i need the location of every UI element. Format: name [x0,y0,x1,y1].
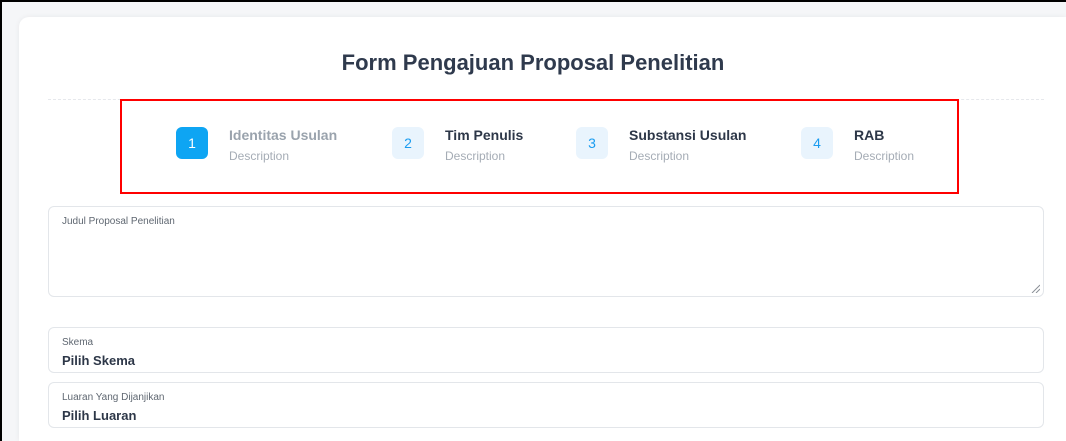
step-title: Tim Penulis [445,127,524,143]
page-title: Form Pengajuan Proposal Penelitian [341,50,725,75]
step-title: Identitas Usulan [229,127,338,143]
judul-proposal-textarea[interactable]: Judul Proposal Penelitian [48,206,1044,297]
resize-handle-icon[interactable] [1030,283,1040,293]
steps-highlight-box [120,99,959,194]
skema-label: Skema [62,337,94,348]
step-number: 1 [176,127,208,159]
judul-proposal-label: Judul Proposal Penelitian [62,216,175,227]
step-title: RAB [854,127,885,143]
step-description: Description [854,149,915,163]
luaran-value: Pilih Luaran [62,408,137,423]
skema-select[interactable]: Skema Pilih Skema [48,327,1044,373]
step-description: Description [629,149,690,163]
step-number: 4 [801,127,833,159]
luaran-label: Luaran Yang Dijanjikan [62,392,165,403]
luaran-select[interactable]: Luaran Yang Dijanjikan Pilih Luaran [48,382,1044,428]
step-title: Substansi Usulan [629,127,747,143]
step-description: Description [445,149,506,163]
step-number: 2 [392,127,424,159]
skema-value: Pilih Skema [62,353,135,368]
step-description: Description [229,149,290,163]
step-number: 3 [576,127,608,159]
